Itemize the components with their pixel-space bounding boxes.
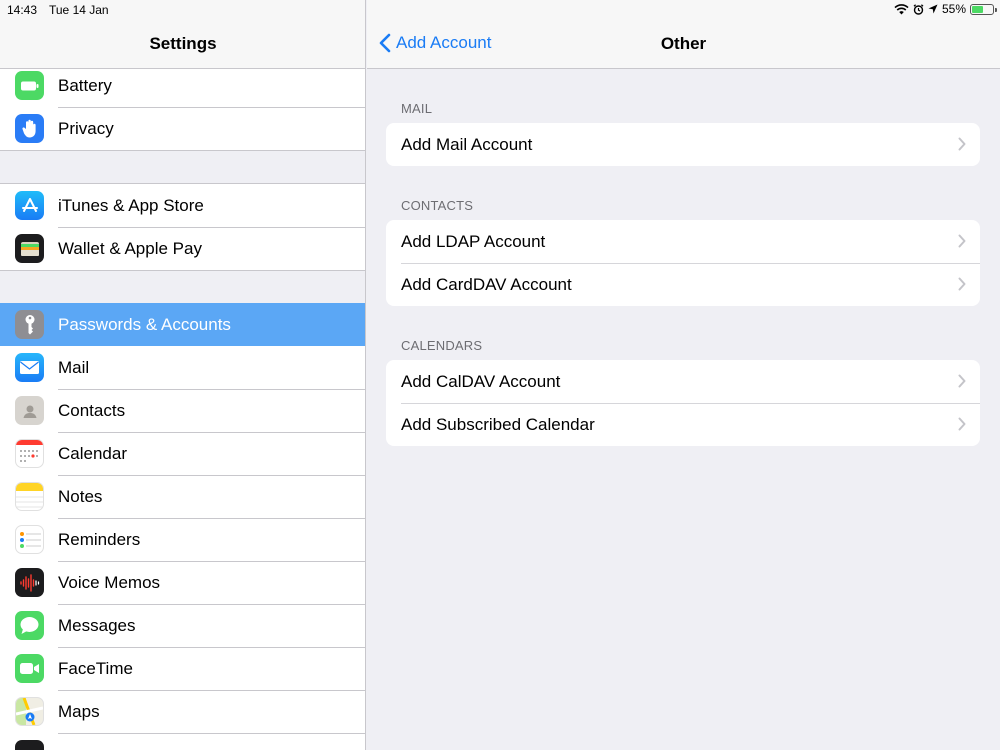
page-title: Other bbox=[660, 34, 707, 53]
section-contacts: Add LDAP Account Add CardDAV Account bbox=[386, 220, 980, 306]
sidebar-item-label: Battery bbox=[58, 76, 112, 95]
add-caldav-account-row[interactable]: Add CalDAV Account bbox=[386, 360, 980, 403]
battery-icon bbox=[15, 71, 44, 100]
sidebar-item-label: Maps bbox=[58, 702, 100, 721]
sidebar-item-label: Contacts bbox=[58, 401, 126, 420]
sidebar-item-maps[interactable]: Maps bbox=[0, 690, 365, 733]
messages-icon bbox=[15, 611, 44, 640]
reminders-icon bbox=[15, 525, 44, 554]
settings-sidebar: Settings Battery Privacy iTunes & App St… bbox=[0, 0, 366, 750]
sidebar-item-reminders[interactable]: Reminders bbox=[0, 518, 365, 561]
sidebar-item-label: Voice Memos bbox=[58, 573, 161, 592]
key-icon bbox=[15, 310, 44, 339]
sidebar-item-voice-memos[interactable]: Voice Memos bbox=[0, 561, 365, 604]
sidebar-item-partial[interactable] bbox=[0, 733, 365, 750]
row-label: Add Subscribed Calendar bbox=[401, 415, 595, 434]
section-calendars: Add CalDAV Account Add Subscribed Calend… bbox=[386, 360, 980, 446]
sidebar-item-calendar[interactable]: Calendar bbox=[0, 432, 365, 475]
add-subscribed-calendar-row[interactable]: Add Subscribed Calendar bbox=[386, 403, 980, 446]
add-mail-account-row[interactable]: Add Mail Account bbox=[386, 123, 980, 166]
row-label: Add LDAP Account bbox=[401, 232, 546, 251]
calendar-icon bbox=[15, 439, 44, 468]
add-ldap-account-row[interactable]: Add LDAP Account bbox=[386, 220, 980, 263]
sidebar-item-itunes-app-store[interactable]: iTunes & App Store bbox=[0, 184, 365, 227]
sidebar-item-mail[interactable]: Mail bbox=[0, 346, 365, 389]
chevron-right-icon bbox=[958, 417, 966, 431]
sidebar-item-contacts[interactable]: Contacts bbox=[0, 389, 365, 432]
status-bar: 14:43 Tue 14 Jan 55% bbox=[0, 0, 1000, 20]
alarm-icon bbox=[913, 3, 924, 15]
sidebar-item-battery[interactable]: Battery bbox=[0, 64, 365, 107]
status-indicators: 55% bbox=[894, 2, 997, 16]
app-store-icon bbox=[15, 191, 44, 220]
sidebar-group: iTunes & App Store Wallet & Apple Pay bbox=[0, 183, 365, 271]
sidebar-item-label: Mail bbox=[58, 358, 90, 377]
detail-pane: Add Account Other MAIL Add Mail Account … bbox=[367, 0, 1000, 750]
sidebar-item-label: Privacy bbox=[58, 119, 114, 138]
section-header-calendars: CALENDARS bbox=[401, 338, 483, 353]
section-mail: Add Mail Account bbox=[386, 123, 980, 166]
sidebar-item-label: Passwords & Accounts bbox=[58, 315, 231, 334]
maps-icon bbox=[15, 697, 44, 726]
battery-icon bbox=[970, 3, 997, 15]
sidebar-item-wallet[interactable]: Wallet & Apple Pay bbox=[0, 227, 365, 270]
app-icon bbox=[15, 740, 44, 750]
wifi-icon bbox=[894, 3, 909, 14]
chevron-right-icon bbox=[958, 277, 966, 291]
chevron-right-icon bbox=[958, 137, 966, 151]
status-date: Tue 14 Jan bbox=[49, 3, 109, 17]
location-icon bbox=[928, 4, 938, 14]
sidebar-item-label: Calendar bbox=[58, 444, 127, 463]
section-header-mail: MAIL bbox=[401, 101, 433, 116]
status-time: 14:43 bbox=[7, 3, 38, 17]
row-label: Add CalDAV Account bbox=[401, 372, 561, 391]
battery-percentage: 55% bbox=[941, 2, 966, 16]
sidebar-group: Passwords & Accounts Mail Contacts Calen… bbox=[0, 303, 365, 750]
sidebar-item-messages[interactable]: Messages bbox=[0, 604, 365, 647]
mail-icon bbox=[15, 353, 44, 382]
sidebar-item-label: Reminders bbox=[58, 530, 141, 549]
contacts-icon bbox=[15, 396, 44, 425]
sidebar-title: Settings bbox=[149, 34, 217, 53]
sidebar-item-privacy[interactable]: Privacy bbox=[0, 107, 365, 150]
facetime-icon bbox=[15, 654, 44, 683]
chevron-right-icon bbox=[958, 234, 966, 248]
sidebar-item-label: Messages bbox=[58, 616, 136, 635]
row-label: Add Mail Account bbox=[401, 135, 533, 154]
section-header-contacts: CONTACTS bbox=[401, 198, 474, 213]
chevron-right-icon bbox=[958, 374, 966, 388]
row-label: Add CardDAV Account bbox=[401, 275, 572, 294]
sidebar-item-label: Wallet & Apple Pay bbox=[58, 239, 202, 258]
sidebar-item-label: FaceTime bbox=[58, 659, 133, 678]
sidebar-item-label: iTunes & App Store bbox=[58, 196, 204, 215]
hand-icon bbox=[15, 114, 44, 143]
sidebar-item-notes[interactable]: Notes bbox=[0, 475, 365, 518]
notes-icon bbox=[15, 482, 44, 511]
sidebar-item-label: Notes bbox=[58, 487, 103, 506]
wallet-icon bbox=[15, 234, 44, 263]
voice-memos-icon bbox=[15, 568, 44, 597]
add-carddav-account-row[interactable]: Add CardDAV Account bbox=[386, 263, 980, 306]
sidebar-group: Battery Privacy bbox=[0, 63, 365, 151]
sidebar-item-passwords-accounts[interactable]: Passwords & Accounts bbox=[0, 303, 365, 346]
sidebar-item-facetime[interactable]: FaceTime bbox=[0, 647, 365, 690]
